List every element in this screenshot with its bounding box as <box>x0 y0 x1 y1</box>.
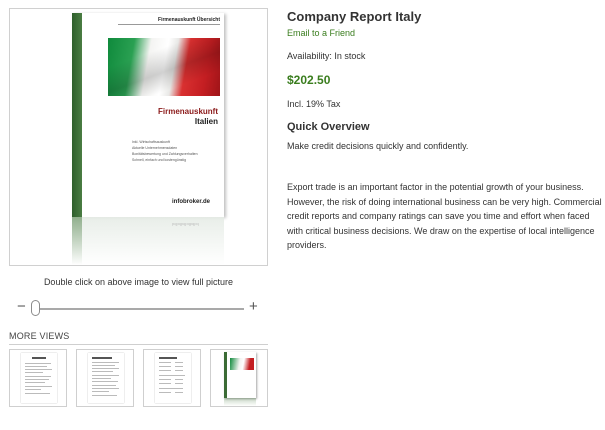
tax-note: Incl. 19% Tax <box>287 99 341 109</box>
product-description: Export trade is an important factor in t… <box>287 182 602 250</box>
zoom-in-button[interactable]: + <box>249 299 258 315</box>
more-views-title: MORE VIEWS <box>9 331 70 341</box>
more-views-divider <box>9 344 268 345</box>
cover-reflection <box>72 217 224 265</box>
cover-title-sub: Italien <box>194 117 218 126</box>
quick-overview-text: Make credit decisions quickly and confid… <box>287 141 469 151</box>
cover-brand: infobroker.de <box>172 199 211 205</box>
cover-header: Firmenauskunft Übersicht <box>118 17 220 25</box>
thumbnail-report-cover[interactable] <box>210 349 268 407</box>
thumbnail-report-page-3[interactable] <box>143 349 201 407</box>
cover-bullet-lines: Inkl. Wirtschaftsauskunft Aktuelle Unter… <box>132 139 198 163</box>
thumbnail-report-page-2[interactable] <box>76 349 134 407</box>
italy-flag-image <box>108 38 220 96</box>
cover-line: Schnell, einfach und kostengünstig <box>132 158 187 162</box>
cover-spine <box>72 13 82 217</box>
thumbnail-report-page-1[interactable] <box>9 349 67 407</box>
cover-title-main: Firmenauskunft <box>157 107 218 116</box>
product-title: Company Report Italy <box>287 9 422 24</box>
zoom-handle[interactable] <box>31 300 40 316</box>
zoom-track[interactable] <box>31 308 244 310</box>
image-caption: Double click on above image to view full… <box>43 277 234 287</box>
availability-status: Availability: In stock <box>287 51 366 61</box>
email-to-friend-link[interactable]: Email to a Friend <box>287 28 355 38</box>
zoom-out-button[interactable]: − <box>17 299 26 315</box>
report-cover-image: Firmenauskunft Übersicht Firmenauskunft … <box>72 13 224 217</box>
quick-overview-heading: Quick Overview <box>287 121 370 133</box>
cover-title: Firmenauskunft Italien <box>92 107 218 127</box>
main-product-image[interactable]: Firmenauskunft Übersicht Firmenauskunft … <box>9 8 268 266</box>
cover-footnote: pqpqpqpqpqpq <box>172 221 199 226</box>
product-price: $202.50 <box>287 73 331 87</box>
